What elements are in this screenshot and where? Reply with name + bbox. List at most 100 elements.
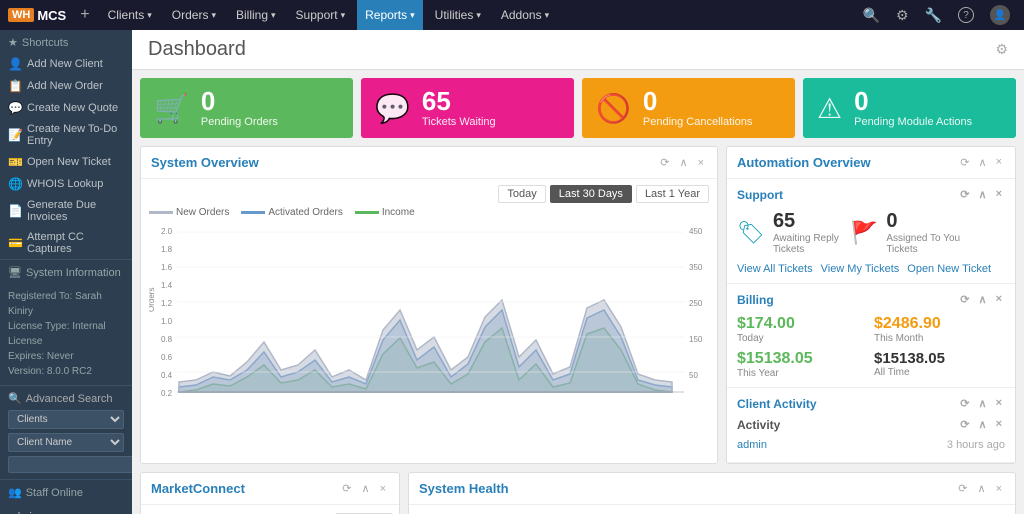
svg-text:1.2: 1.2 <box>161 299 173 308</box>
billing-month-period: This Month <box>874 333 1005 344</box>
sidebar-item-add-client[interactable]: 👤 Add New Client <box>0 53 132 75</box>
refresh-icon[interactable]: ⟳ <box>657 155 672 170</box>
health-close-icon[interactable]: × <box>993 482 1005 496</box>
stat-card-module-actions[interactable]: ⚠ 0 Pending Module Actions <box>803 78 1016 138</box>
market-expand-icon[interactable]: ∧ <box>359 481 373 496</box>
expand-icon[interactable]: ∧ <box>677 155 691 170</box>
avatar[interactable]: 👤 <box>984 0 1016 30</box>
support-expand-icon[interactable]: ∧ <box>976 187 990 202</box>
market-connect-panel: MarketConnect ⟳ ∧ × Manage Selling Statu… <box>140 472 400 514</box>
sidebar-item-add-order[interactable]: 📋 Add New Order <box>0 75 132 97</box>
system-health-body: ✓ Overall Rating Good ▶ View Issues <box>409 505 1015 514</box>
page-gear-icon[interactable]: ⚙ <box>995 41 1008 58</box>
activity-subtitle: Activity ⟳ ∧ × <box>737 417 1005 432</box>
stat-card-tickets[interactable]: 💬 65 Tickets Waiting <box>361 78 574 138</box>
market-refresh-icon[interactable]: ⟳ <box>339 481 354 496</box>
support-refresh-icon[interactable]: ⟳ <box>957 187 972 202</box>
nav-billing[interactable]: Billing ▾ <box>228 0 284 30</box>
sidebar-item-invoices[interactable]: 📄 Generate Due Invoices <box>0 195 132 227</box>
filter-last-year[interactable]: Last 1 Year <box>636 185 709 203</box>
gear-icon[interactable]: ⚙ <box>890 0 915 30</box>
market-panel-body: Manage Selling Status ☁ W <box>141 505 401 514</box>
support-close-icon[interactable]: × <box>993 187 1005 202</box>
pending-orders-number: 0 <box>201 88 278 114</box>
search-field-select[interactable]: Client Name Email Address <box>8 433 124 452</box>
health-refresh-icon[interactable]: ⟳ <box>955 481 970 496</box>
automation-overview-panel: Automation Overview ⟳ ∧ × Support ⟳ <box>726 146 1016 464</box>
billing-expand-icon[interactable]: ∧ <box>976 292 990 307</box>
stat-card-pending-orders[interactable]: 🛒 0 Pending Orders <box>140 78 353 138</box>
sidebar-item-create-quote[interactable]: 💬 Create New Quote <box>0 97 132 119</box>
system-info-box: Registered To: Sarah Kiniry License Type… <box>0 283 132 386</box>
search-type-select[interactable]: Clients Orders Invoices <box>8 410 124 429</box>
nav-addons[interactable]: Addons ▾ <box>493 0 557 30</box>
billing-this-year: $15138.05 This Year <box>737 350 868 379</box>
svg-text:Orders: Orders <box>149 288 156 312</box>
nav-plus-button[interactable]: + <box>80 6 89 24</box>
billing-alltime-amount: $15138.05 <box>874 350 1005 367</box>
svg-text:150: 150 <box>689 335 703 344</box>
sidebar-item-open-ticket[interactable]: 🎫 Open New Ticket <box>0 151 132 173</box>
open-new-ticket-link[interactable]: Open New Ticket <box>907 263 991 275</box>
chart-area: 2.0 1.8 1.6 1.4 1.2 1.0 0.8 0.6 0.4 0.2 … <box>141 222 717 408</box>
billing-refresh-icon[interactable]: ⟳ <box>957 292 972 307</box>
help-icon[interactable]: ? <box>952 0 980 30</box>
stat-card-cancellations[interactable]: 🚫 0 Pending Cancellations <box>582 78 795 138</box>
activity-close-icon[interactable]: × <box>993 396 1005 411</box>
chart-legend: New Orders Activated Orders Income <box>141 203 717 222</box>
close-icon[interactable]: × <box>993 155 1005 170</box>
staff-online-section: admin <box>0 503 132 514</box>
module-actions-number: 0 <box>854 88 972 114</box>
svg-text:250: 250 <box>689 299 703 308</box>
chevron-down-icon: ▾ <box>476 10 481 21</box>
close-icon[interactable]: × <box>695 156 707 170</box>
search-input[interactable] <box>8 456 132 473</box>
activity-time: 3 hours ago <box>947 439 1005 451</box>
sidebar-item-todo[interactable]: 📝 Create New To-Do Entry <box>0 119 132 151</box>
client-activity-panel: Client Activity ⟳ ∧ × Activity ⟳ ∧ <box>727 388 1015 463</box>
nav-support[interactable]: Support ▾ <box>288 0 354 30</box>
activity-expand-icon[interactable]: ∧ <box>976 396 990 411</box>
svg-text:2.0: 2.0 <box>161 227 173 236</box>
view-my-tickets-link[interactable]: View My Tickets <box>821 263 900 275</box>
logo[interactable]: WH MCS <box>8 8 66 23</box>
refresh-icon[interactable]: ⟳ <box>957 155 972 170</box>
advanced-search-section: 🔍 Advanced Search Clients Orders Invoice… <box>0 386 132 479</box>
nav-orders[interactable]: Orders ▾ <box>164 0 224 30</box>
activity-sub-expand-icon[interactable]: ∧ <box>976 417 990 432</box>
svg-text:0.2: 0.2 <box>161 389 173 397</box>
support-stats: 🏷 65 Awaiting Reply Tickets <box>737 210 1005 255</box>
activity-row: admin 3 hours ago <box>737 436 1005 454</box>
filter-today[interactable]: Today <box>498 185 545 203</box>
health-expand-icon[interactable]: ∧ <box>975 481 989 496</box>
search-icon[interactable]: 🔍 <box>857 0 886 30</box>
billing-today-amount: $174.00 <box>737 315 868 333</box>
wrench-icon[interactable]: 🔧 <box>919 0 948 30</box>
expand-icon[interactable]: ∧ <box>976 155 990 170</box>
nav-utilities[interactable]: Utilities ▾ <box>427 0 489 30</box>
view-all-tickets-link[interactable]: View All Tickets <box>737 263 813 275</box>
nav-reports[interactable]: Reports ▾ <box>357 0 423 30</box>
nav-clients[interactable]: Clients ▾ <box>100 0 160 30</box>
activity-refresh-icon[interactable]: ⟳ <box>957 396 972 411</box>
system-health-panel: System Health ⟳ ∧ × ✓ Overall Rating Goo… <box>408 472 1016 514</box>
activity-sub-refresh-icon[interactable]: ⟳ <box>957 417 972 432</box>
billing-close-icon[interactable]: × <box>993 292 1005 307</box>
cc-icon: 💳 <box>8 236 22 250</box>
billing-all-time: $15138.05 All Time <box>874 350 1005 379</box>
assigned-count: 0 <box>886 210 960 233</box>
svg-text:0.8: 0.8 <box>161 335 173 344</box>
market-close-icon[interactable]: × <box>377 482 389 496</box>
filter-last-30[interactable]: Last 30 Days <box>550 185 632 203</box>
stat-cards-row: 🛒 0 Pending Orders 💬 65 Tickets Waiting … <box>132 70 1024 146</box>
chevron-down-icon: ▾ <box>410 10 415 21</box>
sidebar-item-whois[interactable]: 🌐 WHOIS Lookup <box>0 173 132 195</box>
activity-sub-close-icon[interactable]: × <box>993 417 1005 432</box>
awaiting-label: Awaiting Reply Tickets <box>773 233 839 255</box>
whois-icon: 🌐 <box>8 177 22 191</box>
sidebar-item-cc-captures[interactable]: 💳 Attempt CC Captures <box>0 227 132 259</box>
automation-panel-controls: ⟳ ∧ × <box>957 155 1005 170</box>
staff-member: admin <box>8 509 124 514</box>
client-activity-title: Client Activity ⟳ ∧ × <box>737 396 1005 411</box>
svg-text:0.4: 0.4 <box>161 371 173 380</box>
